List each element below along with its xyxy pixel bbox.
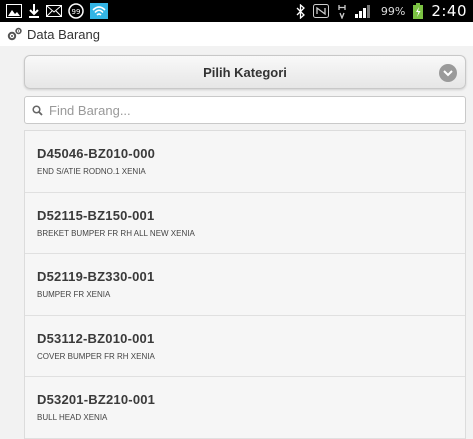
category-select[interactable]: Pilih Kategori xyxy=(24,55,466,89)
item-name: END S/ATIE RODNO.1 XENIA xyxy=(37,167,146,176)
download-icon xyxy=(28,3,40,19)
search-icon xyxy=(32,102,43,118)
clock: 2:40 xyxy=(431,2,467,20)
list-item[interactable]: D53201-BZ210-001 BULL HEAD XENIA xyxy=(25,377,465,439)
item-code: D53201-BZ210-001 xyxy=(37,392,156,407)
gallery-icon xyxy=(6,3,22,19)
list-item[interactable]: D52115-BZ150-001 BREKET BUMPER FR RH ALL… xyxy=(25,192,465,254)
data-icon xyxy=(337,3,347,19)
item-name: BUMPER FR XENIA xyxy=(37,290,111,299)
item-code: D52115-BZ150-001 xyxy=(37,207,155,223)
list-item[interactable]: D52119-BZ330-001 BUMPER FR XENIA xyxy=(25,254,465,316)
notification-badge-count: 99 xyxy=(71,7,81,16)
page-header: Data Barang xyxy=(0,22,473,46)
list-item[interactable]: D53112-BZ010-001 COVER BUMPER FR RH XENI… xyxy=(25,315,465,377)
search-input[interactable] xyxy=(49,102,465,118)
wifi-icon xyxy=(90,3,108,19)
item-code: D52119-BZ330-001 xyxy=(37,269,155,284)
search-box[interactable] xyxy=(24,96,466,124)
notification-99-icon: 99 xyxy=(68,3,84,19)
item-name: BREKET BUMPER FR RH ALL NEW XENIA xyxy=(37,228,195,238)
category-select-label: Pilih Kategori xyxy=(203,64,287,80)
item-name: BULL HEAD XENIA xyxy=(37,413,108,422)
battery-percent: 99% xyxy=(380,4,406,18)
item-code: D53112-BZ010-001 xyxy=(37,330,155,346)
bluetooth-icon xyxy=(296,3,305,19)
nfc-icon xyxy=(312,3,329,19)
mail-icon xyxy=(46,3,62,19)
item-name: COVER BUMPER FR RH XENIA xyxy=(37,351,155,361)
chevron-down-circle-icon xyxy=(439,64,457,82)
status-bar: 99 99% 2:40 xyxy=(0,0,473,22)
item-list: D45046-BZ010-000 END S/ATIE RODNO.1 XENI… xyxy=(24,130,466,439)
item-code: D45046-BZ010-000 xyxy=(37,146,156,161)
battery-icon xyxy=(413,3,424,19)
signal-icon xyxy=(354,3,373,19)
page-title: Data Barang xyxy=(27,26,100,42)
gears-icon xyxy=(7,26,23,42)
list-item[interactable]: D45046-BZ010-000 END S/ATIE RODNO.1 XENI… xyxy=(25,131,465,193)
